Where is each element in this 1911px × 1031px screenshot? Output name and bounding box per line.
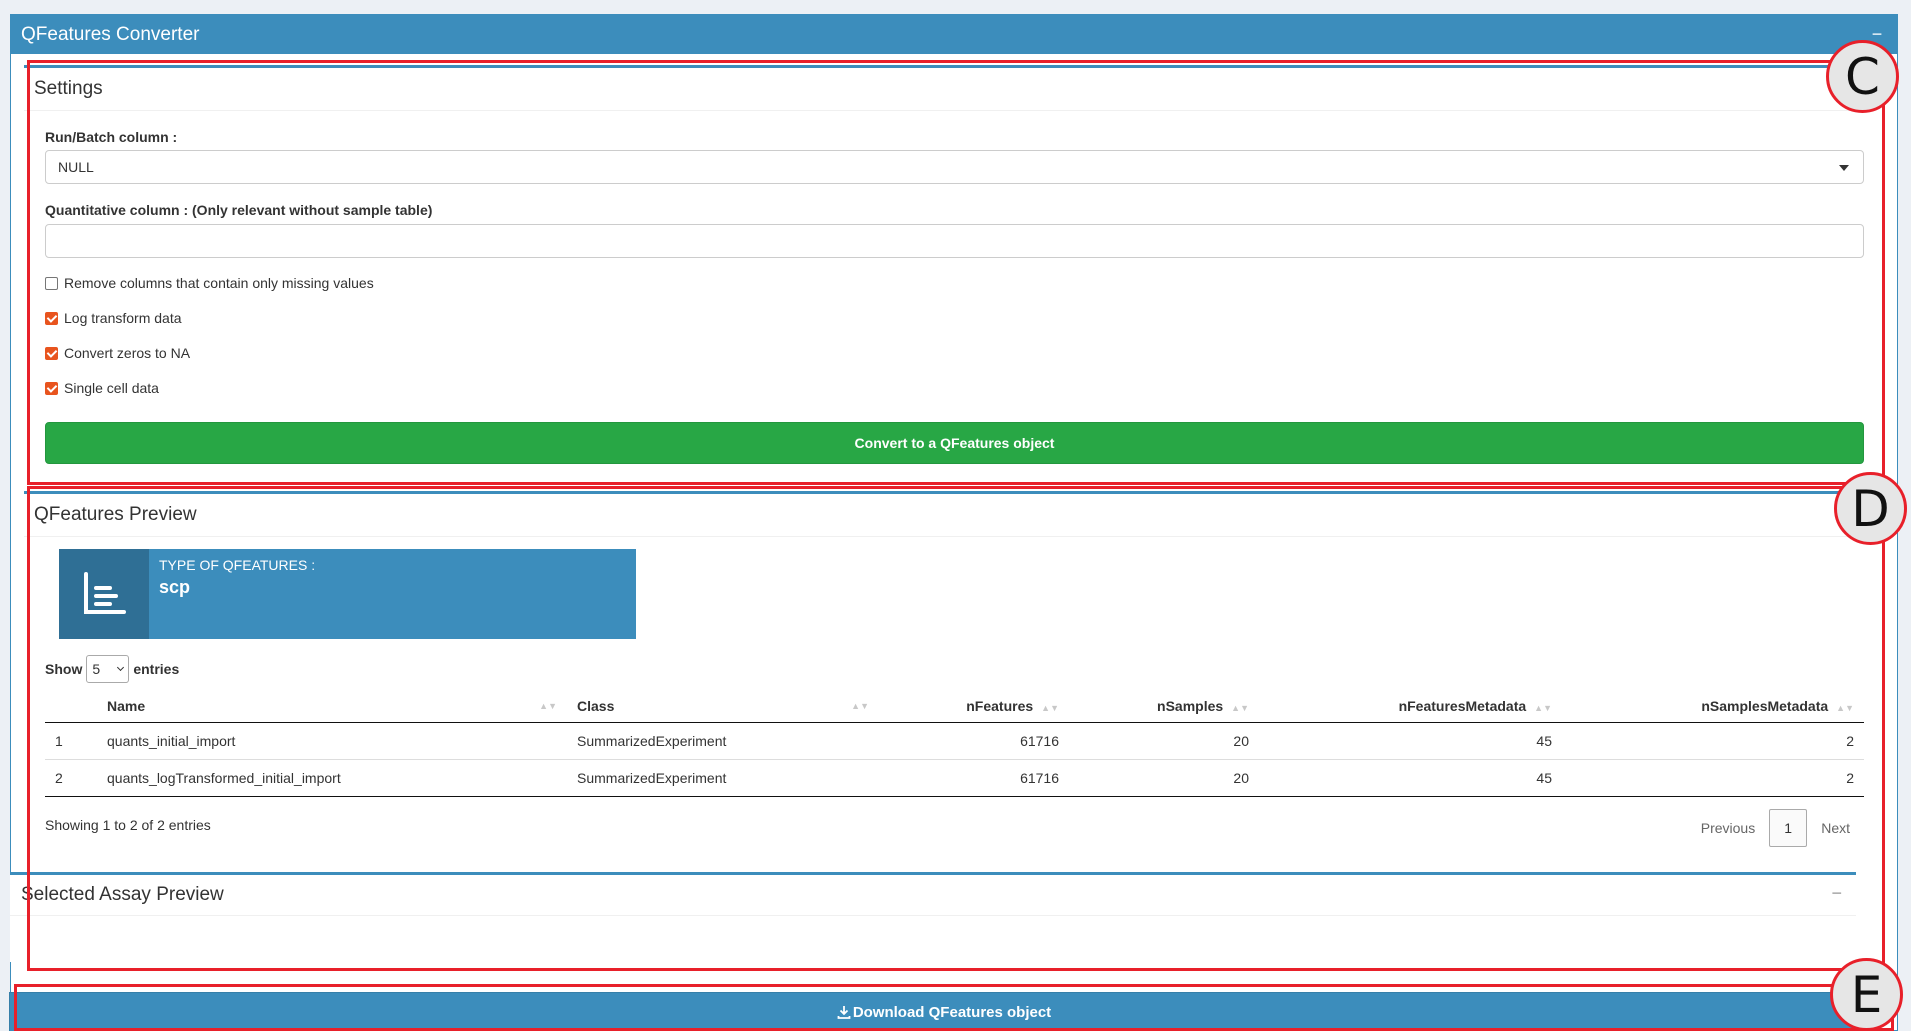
checkbox-icon[interactable]	[45, 276, 58, 290]
callout-d: D	[1834, 472, 1907, 545]
previous-page-button[interactable]: Previous	[1687, 820, 1769, 836]
sort-icon: ▲▼	[1041, 702, 1059, 713]
column-header-nsamplesmetadata[interactable]: nSamplesMetadata ▲▼	[1562, 690, 1864, 723]
column-header-index[interactable]	[45, 690, 97, 723]
run-batch-value: NULL	[58, 159, 94, 175]
checkbox-label: Single cell data	[64, 380, 159, 396]
entries-length-control: Show 5 entries	[45, 655, 179, 683]
column-header-name[interactable]: Name ▲▼	[97, 690, 567, 723]
checkbox-single-cell[interactable]: Single cell data	[45, 380, 159, 396]
settings-box: Settings Run/Batch column : NULL Quantit…	[24, 65, 1864, 471]
cell-nsamples: 20	[1069, 722, 1259, 760]
checkbox-checked-icon[interactable]	[45, 346, 58, 360]
settings-title: Settings	[24, 68, 1864, 111]
checkbox-checked-icon[interactable]	[45, 311, 58, 325]
sort-icon: ▲▼	[851, 701, 869, 711]
cell-index: 2	[45, 759, 97, 797]
cell-class: SummarizedExperiment	[567, 759, 879, 797]
download-icon	[837, 1006, 851, 1019]
table-header-row: Name ▲▼ Class ▲▼ nFeatures ▲▼ nSamples ▲▼ nF…	[45, 690, 1864, 723]
selected-assay-preview-box: Selected Assay Preview −	[10, 872, 1856, 962]
cell-index: 1	[45, 722, 97, 760]
download-button[interactable]: Download QFeatures object	[9, 992, 1879, 1031]
checkbox-log-transform[interactable]: Log transform data	[45, 310, 182, 326]
table-info-text: Showing 1 to 2 of 2 entries	[45, 817, 211, 833]
checkbox-zeros-to-na[interactable]: Convert zeros to NA	[45, 345, 190, 361]
callout-c: C	[1826, 40, 1899, 113]
cell-nsamples: 20	[1069, 759, 1259, 797]
sort-icon: ▲▼	[1534, 702, 1552, 713]
checkbox-label: Convert zeros to NA	[64, 345, 191, 361]
page-1-button[interactable]: 1	[1769, 809, 1808, 847]
cell-nfeaturesmetadata: 45	[1259, 722, 1562, 760]
page-size-value: 5	[92, 661, 101, 677]
run-batch-label: Run/Batch column :	[45, 129, 178, 145]
info-value: scp	[159, 577, 191, 597]
preview-title: QFeatures Preview	[24, 494, 1864, 537]
checkbox-checked-icon[interactable]	[45, 381, 58, 395]
cell-nsamplesmetadata: 2	[1562, 722, 1864, 760]
sort-icon: ▲▼	[1836, 702, 1854, 713]
cell-nsamplesmetadata: 2	[1562, 759, 1864, 797]
pagination: Previous 1 Next	[1687, 809, 1864, 847]
callout-e: E	[1830, 958, 1903, 1031]
assay-title: Selected Assay Preview	[10, 875, 1856, 916]
checkbox-label: Remove columns that contain only missing…	[64, 275, 374, 291]
panel-header: QFeatures Converter −	[11, 15, 1897, 54]
list-chart-icon	[59, 549, 149, 639]
sort-icon: ▲▼	[539, 701, 557, 711]
checkbox-label: Log transform data	[64, 310, 182, 326]
panel-title: QFeatures Converter	[21, 23, 200, 45]
sort-icon: ▲▼	[1231, 702, 1249, 713]
quant-column-input[interactable]	[45, 224, 1864, 258]
table-row[interactable]: 1 quants_initial_import SummarizedExperi…	[45, 722, 1864, 760]
minus-icon[interactable]: −	[1831, 883, 1842, 904]
quant-column-label: Quantitative column : (Only relevant wit…	[45, 202, 433, 218]
page-size-select[interactable]: 5	[86, 655, 130, 683]
run-batch-select[interactable]: NULL	[45, 150, 1864, 184]
checkbox-remove-missing[interactable]: Remove columns that contain only missing…	[45, 275, 374, 291]
cell-nfeatures: 61716	[879, 759, 1069, 797]
column-header-nfeaturesmetadata[interactable]: nFeaturesMetadata ▲▼	[1259, 690, 1562, 723]
cell-nfeatures: 61716	[879, 722, 1069, 760]
entries-label: entries	[133, 661, 180, 677]
convert-button[interactable]: Convert to a QFeatures object	[45, 422, 1864, 464]
column-header-nfeatures[interactable]: nFeatures ▲▼	[879, 690, 1069, 723]
column-header-nsamples[interactable]: nSamples ▲▼	[1069, 690, 1259, 723]
cell-name: quants_initial_import	[97, 722, 567, 760]
download-label: Download QFeatures object	[852, 1003, 1052, 1021]
assays-table: Name ▲▼ Class ▲▼ nFeatures ▲▼ nSamples ▲▼ nF…	[45, 690, 1864, 797]
qfeatures-type-infobox: TYPE OF QFEATURES : scp	[59, 549, 636, 639]
cell-nfeaturesmetadata: 45	[1259, 759, 1562, 797]
cell-name: quants_logTransformed_initial_import	[97, 759, 567, 797]
table-row[interactable]: 2 quants_logTransformed_initial_import S…	[45, 759, 1864, 797]
show-label: Show	[45, 661, 83, 677]
cell-class: SummarizedExperiment	[567, 722, 879, 760]
chevron-down-icon	[117, 663, 125, 672]
next-page-button[interactable]: Next	[1807, 820, 1864, 836]
column-header-class[interactable]: Class ▲▼	[567, 690, 879, 723]
info-label: TYPE OF QFEATURES :	[159, 557, 316, 573]
caret-down-icon	[1839, 165, 1849, 171]
